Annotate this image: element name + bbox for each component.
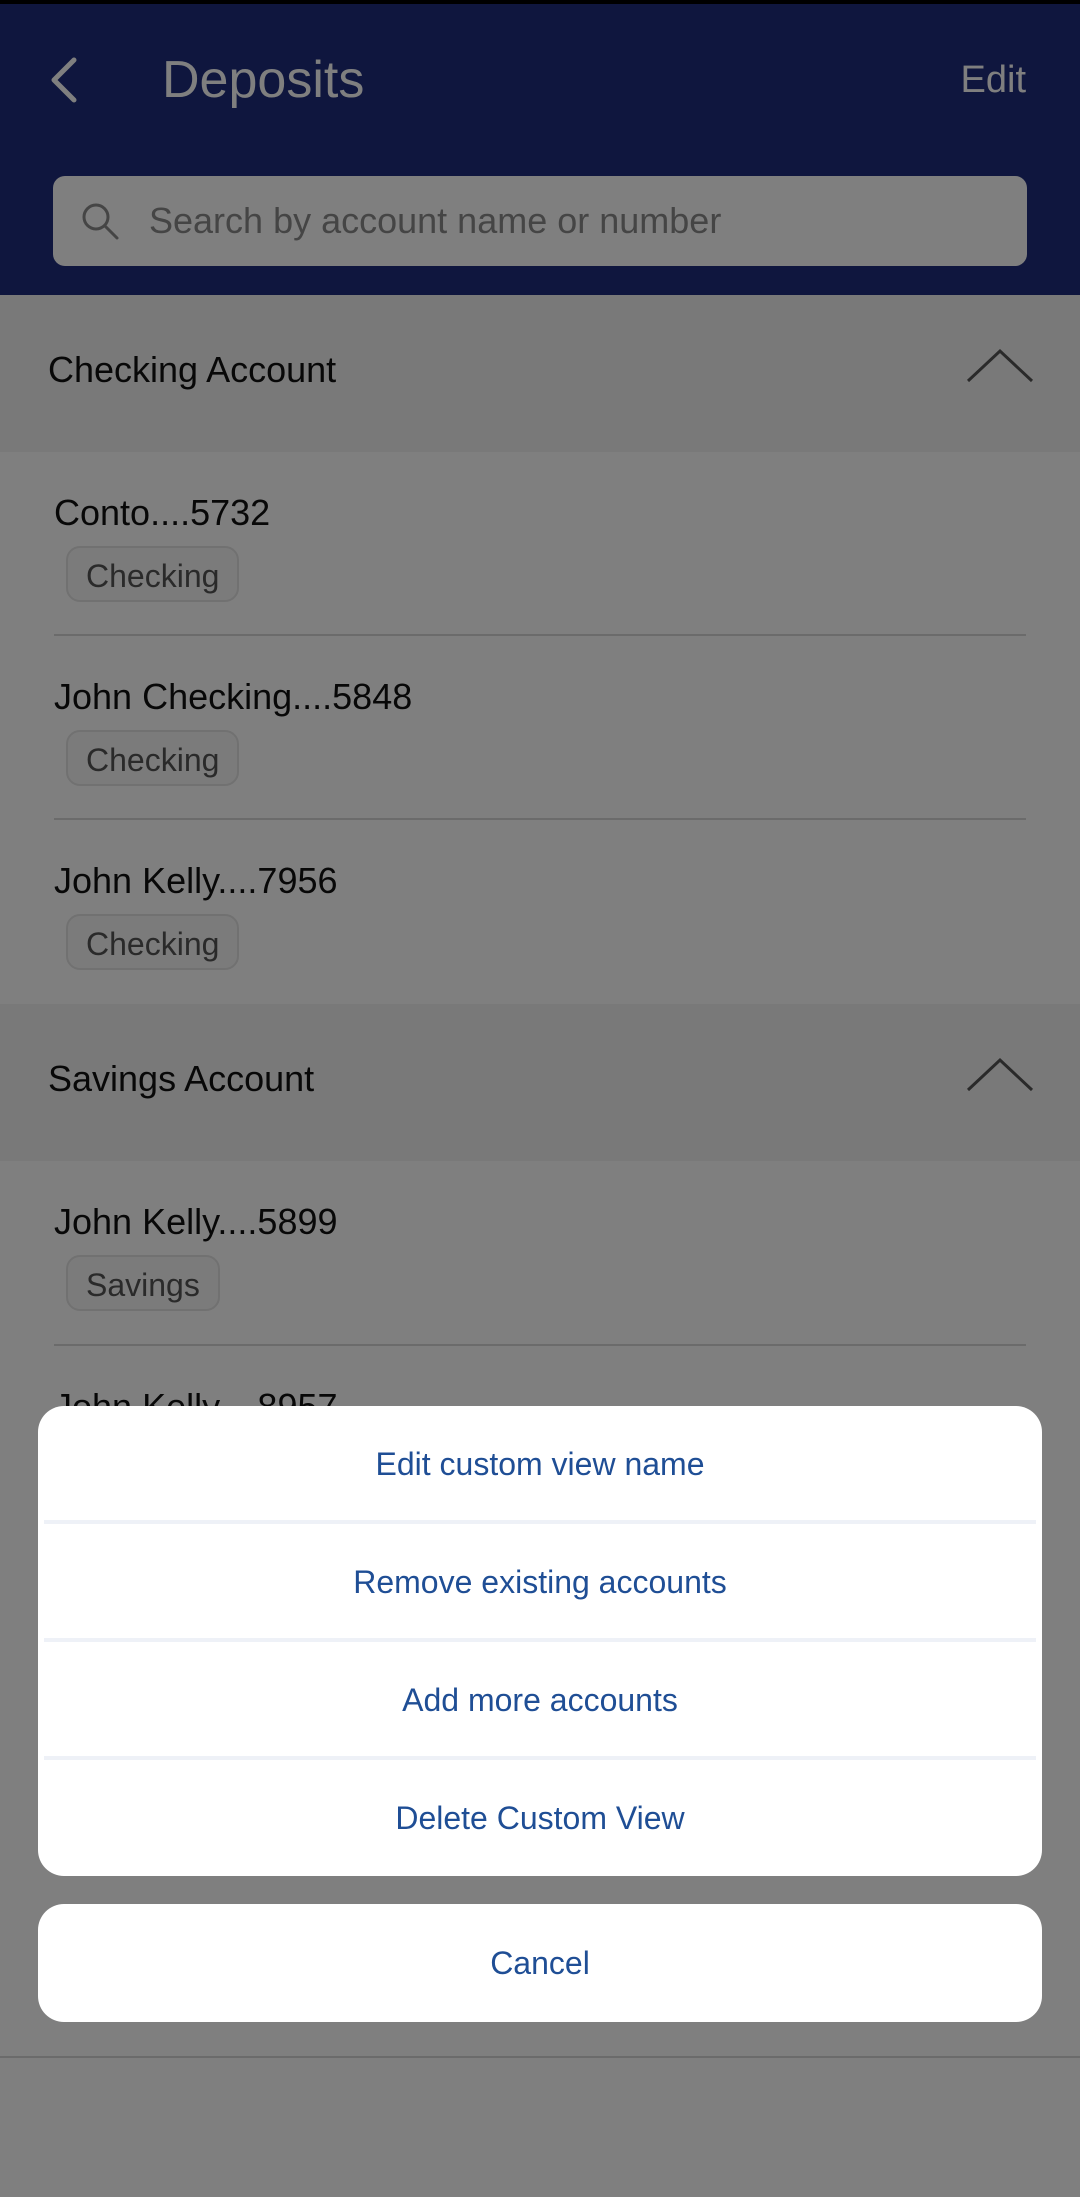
cancel-button[interactable]: Cancel xyxy=(38,1904,1042,2022)
add-more-accounts-option[interactable]: Add more accounts xyxy=(38,1642,1042,1758)
delete-custom-view-option[interactable]: Delete Custom View xyxy=(38,1760,1042,1876)
action-sheet: Edit custom view name Remove existing ac… xyxy=(38,1406,1042,1876)
remove-existing-accounts-option[interactable]: Remove existing accounts xyxy=(38,1524,1042,1640)
edit-custom-view-name-option[interactable]: Edit custom view name xyxy=(38,1406,1042,1522)
